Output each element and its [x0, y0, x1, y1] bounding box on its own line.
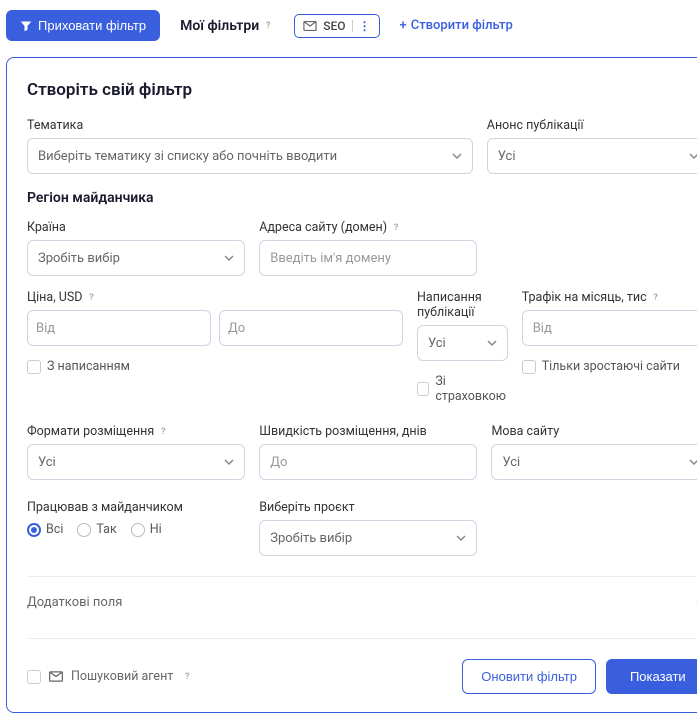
info-icon: ?: [181, 671, 193, 683]
search-agent-checkbox[interactable]: [27, 670, 41, 684]
plus-icon: +: [400, 18, 407, 33]
seo-filter-chip[interactable]: SEO ⋮: [294, 14, 379, 38]
filter-panel: Створіть свій фільтр Тематика Виберіть т…: [6, 57, 697, 713]
domain-input[interactable]: [259, 240, 477, 276]
hide-filter-label: Приховати фільтр: [38, 18, 146, 33]
info-icon: ?: [650, 292, 662, 304]
with-writing-checkbox[interactable]: З написанням: [27, 359, 403, 374]
create-filter-label: Створити фільтр: [411, 18, 513, 33]
top-bar: Приховати фільтр Мої фільтри ? SEO ⋮ + С…: [6, 6, 691, 57]
chevron-down-icon: [452, 151, 462, 161]
project-label: Виберіть проєкт: [259, 500, 477, 515]
chevron-down-icon: [456, 533, 466, 543]
hide-filter-button[interactable]: Приховати фільтр: [6, 10, 160, 41]
search-agent-label: Пошуковий агент: [71, 669, 173, 684]
speed-label: Швидкість розміщення, днів: [259, 424, 477, 439]
price-label: Ціна, USD?: [27, 290, 403, 305]
mail-icon: [303, 21, 317, 31]
traffic-label: Трафік на місяць, тис?: [522, 290, 697, 305]
info-icon: ?: [85, 292, 97, 304]
info-icon: ?: [157, 426, 169, 438]
domain-label: Адреса сайту (домен)?: [259, 220, 477, 235]
seo-chip-label: SEO: [323, 19, 345, 33]
chevron-down-icon: [224, 253, 234, 263]
price-to-input[interactable]: [219, 310, 403, 346]
writing-select[interactable]: Усі: [417, 325, 508, 361]
chevron-down-icon: [689, 457, 697, 467]
country-label: Країна: [27, 220, 245, 235]
growing-only-checkbox[interactable]: Тільки зростаючі сайти: [522, 359, 697, 374]
lang-label: Мова сайту: [491, 424, 697, 439]
traffic-from-input[interactable]: [522, 310, 697, 346]
announce-label: Анонс публікації: [487, 118, 697, 133]
radio-all[interactable]: Всі: [27, 522, 63, 537]
my-filters-label: Мої фільтри ?: [180, 18, 274, 34]
formats-select[interactable]: Усі: [27, 444, 245, 480]
additional-accordion[interactable]: Додаткові поля: [27, 576, 697, 618]
topic-label: Тематика: [27, 118, 473, 133]
info-icon: ?: [390, 222, 402, 234]
kebab-icon: ⋮: [352, 20, 371, 32]
project-select[interactable]: Зробіть вибір: [259, 520, 477, 556]
show-button[interactable]: Показати: [606, 659, 697, 694]
chevron-down-icon: [487, 338, 497, 348]
info-icon: ?: [262, 20, 274, 32]
chevron-down-icon: [224, 457, 234, 467]
topic-select[interactable]: Виберіть тематику зі списку або почніть …: [27, 138, 473, 174]
lang-select[interactable]: Усі: [491, 444, 697, 480]
panel-title: Створіть свій фільтр: [27, 80, 697, 100]
with-insurance-checkbox[interactable]: Зі страховкою: [417, 374, 508, 404]
worked-label: Працював з майданчиком: [27, 500, 245, 515]
country-select[interactable]: Зробіть вибір: [27, 240, 245, 276]
create-filter-link[interactable]: + Створити фільтр: [400, 18, 513, 33]
mail-icon: [49, 671, 63, 682]
update-filter-button[interactable]: Оновити фільтр: [462, 659, 596, 694]
writing-label: Написання публікації: [417, 290, 508, 320]
radio-no[interactable]: Ні: [131, 522, 162, 537]
announce-select[interactable]: Усі: [487, 138, 697, 174]
speed-to-input[interactable]: [259, 444, 477, 480]
radio-yes[interactable]: Так: [77, 522, 116, 537]
price-from-input[interactable]: [27, 310, 211, 346]
funnel-icon: [20, 20, 32, 32]
chevron-down-icon: [689, 151, 697, 161]
region-section-header: Регіон майданчика: [27, 190, 697, 206]
formats-label: Формати розміщення?: [27, 424, 245, 439]
